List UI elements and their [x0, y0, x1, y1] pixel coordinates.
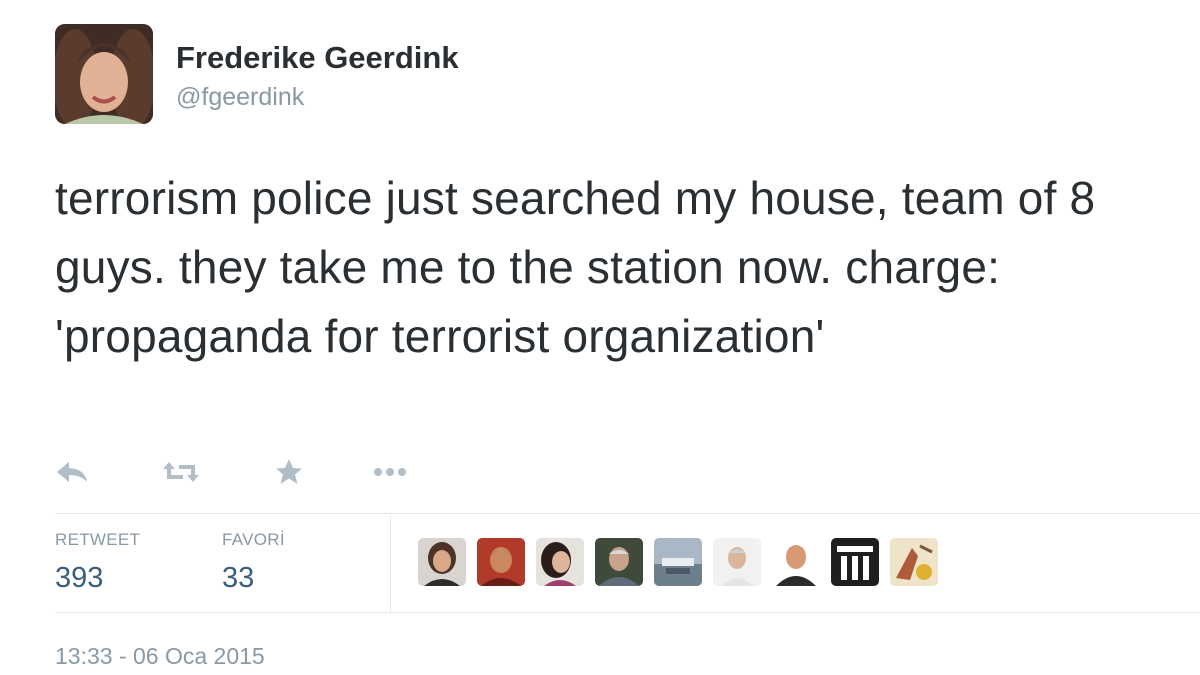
stats-bottom-divider [55, 612, 1200, 613]
reply-button[interactable] [55, 452, 89, 492]
user-handle[interactable]: @fgeerdink [176, 83, 304, 112]
more-button[interactable] [373, 452, 407, 492]
favoriter-avatar[interactable] [713, 538, 761, 586]
user-display-name[interactable]: Frederike Geerdink [176, 40, 459, 76]
favorite-stat[interactable]: FAVORİ 33 [222, 530, 285, 595]
favoriter-avatar[interactable] [772, 538, 820, 586]
tweet-text: terrorism police just searched my house,… [55, 172, 1096, 362]
retweet-button[interactable] [161, 452, 201, 492]
favorite-label: FAVORİ [222, 530, 285, 549]
favorite-star-icon [276, 459, 302, 484]
tweet-timestamp[interactable]: 13:33 - 06 Oca 2015 [55, 643, 265, 670]
favoriter-avatar[interactable] [595, 538, 643, 586]
tweet-actions [55, 452, 455, 492]
favoriter-avatars [418, 538, 938, 586]
retweet-label: RETWEET [55, 530, 141, 549]
favoriter-avatar[interactable] [418, 538, 466, 586]
retweet-stat[interactable]: RETWEET 393 [55, 530, 140, 595]
favoriter-avatar[interactable] [831, 538, 879, 586]
favorite-count: 33 [222, 562, 255, 594]
profile-avatar[interactable] [55, 24, 153, 124]
stats-top-divider [55, 513, 1200, 514]
favorite-button[interactable] [274, 452, 304, 492]
retweet-count: 393 [55, 562, 104, 594]
retweet-icon [163, 462, 199, 482]
favoriter-avatar[interactable] [477, 538, 525, 586]
favoriter-avatar[interactable] [654, 538, 702, 586]
favoriter-avatar[interactable] [890, 538, 938, 586]
more-dots-icon [374, 468, 406, 476]
stats-vertical-divider [390, 516, 391, 612]
favoriter-avatar[interactable] [536, 538, 584, 586]
reply-icon [57, 462, 87, 482]
